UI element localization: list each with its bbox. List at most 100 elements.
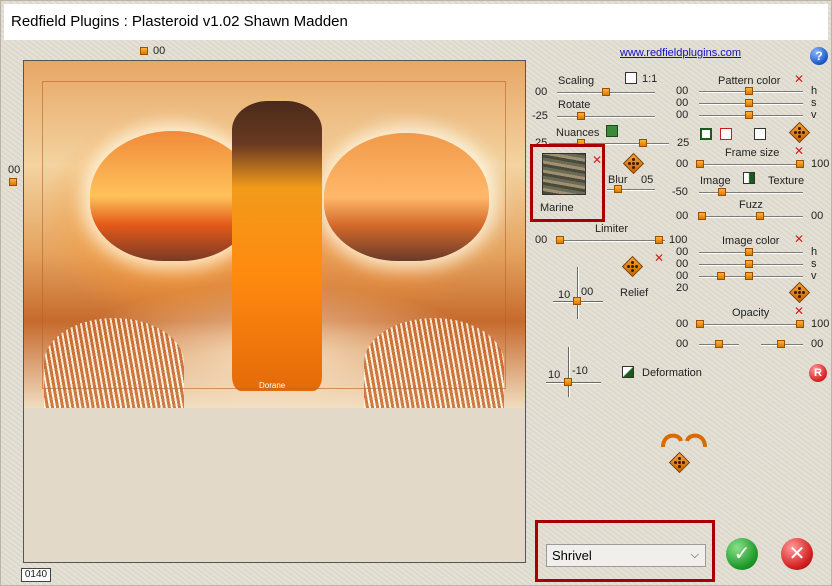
reset-button[interactable]: R [809,364,827,382]
randomize-all-dice-icon[interactable] [670,453,694,477]
pattern-mode-3-checkbox[interactable] [754,128,766,140]
image-color-v-label: v [811,270,817,282]
image-texture-slider[interactable] [699,192,803,193]
blur-knob[interactable] [614,185,622,193]
opacity2-left-value: 00 [676,338,689,350]
image-color-s-value: 00 [676,258,689,270]
preview-image: Dorane [24,61,525,408]
relief-clear-icon[interactable]: ✕ [654,252,664,264]
limiter-slider[interactable] [557,240,665,241]
frame-size-knob-right[interactable] [796,160,804,168]
rotate-knob[interactable] [577,112,585,120]
nuances-right-value: 25 [677,137,690,149]
pattern-s-knob[interactable] [745,99,753,107]
relief-random-dice-icon[interactable] [623,257,641,275]
preset-selected-value: Shrivel [552,548,592,563]
limiter-left-value: 00 [535,234,548,246]
fuzz-slider[interactable] [699,216,803,217]
texture-name: Marine [540,202,574,214]
ratio-checkbox[interactable] [625,72,637,84]
opacity2-knob-right[interactable] [777,340,785,348]
nuances-toggle[interactable] [606,125,618,137]
preview-y-value: 00 [8,164,21,176]
preview-x-knob[interactable] [140,47,148,55]
image-color-clear-icon[interactable]: ✕ [794,233,804,245]
texture-clear-icon[interactable]: ✕ [592,154,602,166]
pattern-color-clear-icon[interactable]: ✕ [794,73,804,85]
image-color-v-knob-left[interactable] [717,272,725,280]
pattern-s-value: 00 [676,97,689,109]
pattern-s-label: s [811,97,817,109]
rotate-slider[interactable] [557,116,655,117]
preview-y-knob[interactable] [9,178,17,186]
relief-label: Relief [620,287,649,299]
chevron-down-icon: ⌵ [690,549,699,561]
texture-thumbnail[interactable] [542,153,586,195]
pattern-mode-2-checkbox[interactable] [720,128,732,140]
image-label: Image [700,175,731,187]
zoom-level[interactable]: 0140 [21,568,51,582]
image-color-random-dice-icon[interactable] [790,283,808,301]
opacity-left-value: 00 [676,318,689,330]
deform-pad-knob[interactable] [564,378,572,386]
relief-pad-vertical[interactable] [577,267,578,319]
image-color-h-value: 00 [676,246,689,258]
deform-pad-vertical[interactable] [568,347,569,397]
limiter-knob-right[interactable] [655,236,663,244]
frame-size-knob-left[interactable] [696,160,704,168]
preset-select[interactable]: Shrivel ⌵ [546,544,706,567]
scaling-knob[interactable] [602,88,610,96]
preset-highlight: Shrivel ⌵ [535,520,715,582]
pattern-v-knob[interactable] [745,111,753,119]
ratio-label: 1:1 [642,73,658,85]
texture-random-dice-icon[interactable] [624,154,642,172]
nuances-knob-right[interactable] [639,139,647,147]
image-color-s-knob[interactable] [745,260,753,268]
relief-pad-knob[interactable] [573,297,581,305]
frame-size-clear-icon[interactable]: ✕ [794,145,804,157]
pattern-v-value: 00 [676,109,689,121]
ok-button[interactable]: ✓ [726,538,758,570]
fuzz-knob-left[interactable] [698,212,706,220]
undo-redo-arrows-icon[interactable] [657,429,711,451]
opacity-knob-right[interactable] [796,320,804,328]
image-texture-knob[interactable] [718,188,726,196]
help-button[interactable]: ? [810,47,828,65]
pattern-random-dice-icon[interactable] [790,123,808,141]
pattern-h-label: h [811,85,818,97]
image-texture-toggle[interactable] [743,172,755,184]
limiter-label: Limiter [595,223,629,235]
image-color-h-knob[interactable] [745,248,753,256]
opacity-label: Opacity [732,307,770,319]
pattern-h-value: 00 [676,85,689,97]
deformation-checkbox[interactable] [622,366,634,378]
pattern-mode-1-checkbox[interactable] [700,128,712,140]
preview-panel[interactable]: Dorane [23,60,526,563]
opacity-knob-left[interactable] [696,320,704,328]
opacity2-knob-left[interactable] [715,340,723,348]
opacity-clear-icon[interactable]: ✕ [794,305,804,317]
limiter-knob-left[interactable] [556,236,564,244]
opacity-slider[interactable] [699,324,803,325]
window-title: Redfield Plugins : Plasteroid v1.02 Shaw… [11,13,348,30]
rotate-value: -25 [532,110,548,122]
cancel-button[interactable]: ✕ [781,538,813,570]
opacity2-right-value: 00 [811,338,824,350]
limiter-right-value: 100 [669,234,688,246]
image-color-v-value: 00 [676,270,689,282]
rotate-label: Rotate [558,99,591,111]
frame-size-label: Frame size [725,147,780,159]
deform-y-value: -10 [572,365,588,377]
image-color-v-knob-right[interactable] [745,272,753,280]
fuzz-label: Fuzz [739,199,763,211]
website-link[interactable]: www.redfieldplugins.com [620,47,741,59]
fuzz-knob-right[interactable] [756,212,764,220]
title-bar: Redfield Plugins : Plasteroid v1.02 Shaw… [4,4,828,40]
image-texture-value: -50 [672,186,688,198]
image-color-extra-value: 20 [676,282,689,294]
frame-size-slider[interactable] [699,164,803,165]
pattern-h-knob[interactable] [745,87,753,95]
scaling-value: 00 [535,86,548,98]
deform-pad-horizontal[interactable] [546,382,601,383]
image-color-s-label: s [811,258,817,270]
